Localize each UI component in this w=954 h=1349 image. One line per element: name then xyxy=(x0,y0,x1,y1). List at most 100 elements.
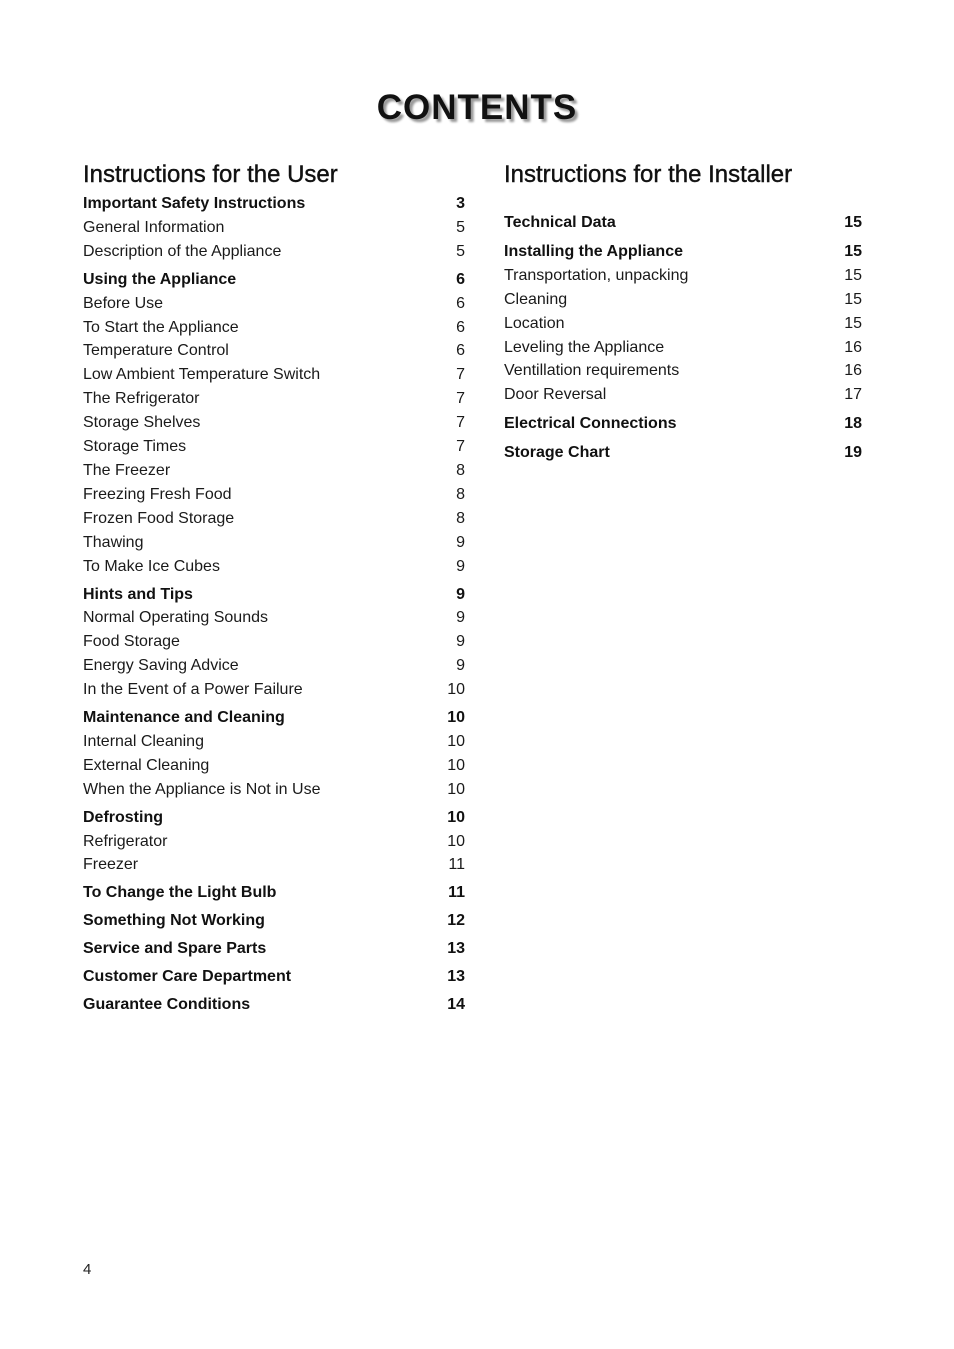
toc-entry-label: To Start the Appliance xyxy=(83,318,239,336)
toc-entry-label: To Make Ice Cubes xyxy=(83,557,220,575)
toc-entry-label: Defrosting xyxy=(83,808,163,826)
toc-entry-page: 10 xyxy=(447,808,465,826)
toc-entry-page: 3 xyxy=(456,195,465,212)
toc-entry-page: 12 xyxy=(447,912,465,930)
toc-entry-page: 8 xyxy=(456,509,465,527)
toc-entry-label: To Change the Light Bulb xyxy=(83,884,277,902)
toc-entry-page: 9 xyxy=(456,533,465,551)
toc-section-entry: Electrical Connections 18 xyxy=(504,412,862,436)
toc-entry-page: 8 xyxy=(456,485,465,503)
toc-entry-label: Cleaning xyxy=(504,290,568,308)
toc-entry-label: Service and Spare Parts xyxy=(83,940,267,958)
toc-entry-label: Something Not Working xyxy=(83,912,265,930)
toc-subsection-entry: To Make Ice Cubes 9 xyxy=(83,555,465,579)
toc-entry-page: 11 xyxy=(448,856,465,874)
toc-entry-page: 16 xyxy=(844,362,862,380)
toc-entry-page: 10 xyxy=(447,832,465,850)
toc-entry-label: Ventillation requirements xyxy=(504,362,680,380)
toc-section-entry: Technical Data 15 xyxy=(504,211,862,235)
toc-entry-page: 9 xyxy=(456,557,465,575)
toc-section-entry: Customer Care Department 13 xyxy=(83,965,465,989)
toc-entry-label: Food Storage xyxy=(83,633,180,651)
toc-subsection-entry: The Refrigerator 7 xyxy=(83,387,465,411)
toc-entry-label: Leveling the Appliance xyxy=(504,338,665,356)
toc-entry-label: Hints and Tips xyxy=(83,585,193,603)
toc-subsection-entry: Freezing Fresh Food 8 xyxy=(83,483,465,507)
toc-subsection-entry: General Information 5 xyxy=(83,216,465,240)
toc-subsection-entry: Storage Times 7 xyxy=(83,435,465,459)
toc-entry-page: 7 xyxy=(456,414,465,432)
toc-entry-page: 15 xyxy=(844,314,862,332)
toc-entry-label: Energy Saving Advice xyxy=(83,657,239,675)
page-number: 4 xyxy=(83,1261,92,1278)
toc-entry-page: 6 xyxy=(456,318,465,336)
toc-entry-label: When the Appliance is Not in Use xyxy=(83,780,321,798)
toc-entry-page: 7 xyxy=(456,366,465,384)
toc-entry-label: Technical Data xyxy=(504,214,616,231)
toc-subsection-entry: The Freezer 8 xyxy=(83,459,465,483)
toc-subsection-entry: To Start the Appliance 6 xyxy=(83,316,465,340)
toc-entry-page: 8 xyxy=(456,461,465,479)
toc-entry-label: Storage Shelves xyxy=(83,414,201,432)
toc-entry-page: 9 xyxy=(456,585,465,603)
toc-entry-page: 15 xyxy=(844,242,862,260)
toc-section-entry: Storage Chart 19 xyxy=(504,441,862,465)
toc-entry-label: Customer Care Department xyxy=(83,968,292,986)
toc-entry-label: Freezer xyxy=(83,856,139,874)
toc-entry-page: 10 xyxy=(447,732,465,750)
toc-entry-page: 7 xyxy=(456,390,465,408)
toc-subsection-entry: Internal Cleaning 10 xyxy=(83,730,465,754)
page-title: CONTENTS xyxy=(376,88,578,127)
toc-subsection-entry: External Cleaning 10 xyxy=(83,754,465,778)
toc-subsection-entry: Description of the Appliance 5 xyxy=(83,240,465,264)
toc-entry-page: 17 xyxy=(844,386,862,404)
toc-entry-label: The Freezer xyxy=(83,461,171,479)
toc-entry-page: 14 xyxy=(447,996,465,1013)
toc-entry-page: 11 xyxy=(448,884,465,902)
toc-section-entry: Hints and Tips 9 xyxy=(83,583,465,607)
toc-entry-page: 10 xyxy=(447,756,465,774)
toc-entry-label: In the Event of a Power Failure xyxy=(83,681,303,699)
user-instructions-column: Instructions for the User Important Safe… xyxy=(83,160,465,1017)
toc-subsection-entry: Freezer 11 xyxy=(83,853,465,877)
toc-entry-label: External Cleaning xyxy=(83,756,210,774)
toc-entry-page: 10 xyxy=(447,681,465,699)
toc-subsection-entry: Door Reversal 17 xyxy=(504,383,862,407)
toc-entry-page: 15 xyxy=(844,266,862,284)
toc-entry-page: 6 xyxy=(456,294,465,312)
toc-entry-label: Storage Chart xyxy=(504,444,610,462)
toc-subsection-entry: Transportation, unpacking 15 xyxy=(504,264,862,288)
toc-entry-label: Temperature Control xyxy=(83,342,229,360)
toc-subsection-entry: Ventillation requirements 16 xyxy=(504,359,862,383)
toc-entry-page: 19 xyxy=(844,444,862,462)
toc-entry-label: Using the Appliance xyxy=(83,270,237,288)
toc-entry-page: 10 xyxy=(447,780,465,798)
toc-entry-page: 13 xyxy=(447,968,465,986)
toc-entry-label: Freezing Fresh Food xyxy=(83,485,232,503)
toc-entry-page: 18 xyxy=(844,415,862,433)
toc-entry-page: 9 xyxy=(456,633,465,651)
toc-section-entry: Important Safety Instructions 3 xyxy=(83,192,465,216)
toc-entry-page: 10 xyxy=(447,709,465,727)
toc-entry-page: 13 xyxy=(447,940,465,958)
toc-section-entry: Defrosting 10 xyxy=(83,806,465,830)
toc-entry-page: 5 xyxy=(456,218,465,236)
toc-entry-label: Low Ambient Temperature Switch xyxy=(83,366,321,384)
toc-entry-label: Electrical Connections xyxy=(504,415,677,433)
toc-subsection-entry: Temperature Control 6 xyxy=(83,339,465,363)
toc-entry-label: Important Safety Instructions xyxy=(83,195,306,212)
toc-entry-label: Storage Times xyxy=(83,438,187,456)
toc-entry-label: The Refrigerator xyxy=(83,390,200,408)
toc-subsection-entry: Location 15 xyxy=(504,312,862,336)
toc-subsection-entry: Leveling the Appliance 16 xyxy=(504,336,862,360)
toc-section-entry: Guarantee Conditions 14 xyxy=(83,993,465,1017)
installer-toc-list: Technical Data 15 Installing the Appliance… xyxy=(504,211,862,465)
toc-section-entry: Service and Spare Parts 13 xyxy=(83,937,465,961)
toc-subsection-entry: In the Event of a Power Failure 10 xyxy=(83,678,465,702)
toc-entry-label: Frozen Food Storage xyxy=(83,509,235,527)
toc-section-entry: Something Not Working 12 xyxy=(83,909,465,933)
toc-entry-page: 9 xyxy=(456,609,465,627)
toc-entry-page: 5 xyxy=(456,242,465,260)
toc-entry-label: General Information xyxy=(83,218,225,236)
toc-subsection-entry: Energy Saving Advice 9 xyxy=(83,654,465,678)
